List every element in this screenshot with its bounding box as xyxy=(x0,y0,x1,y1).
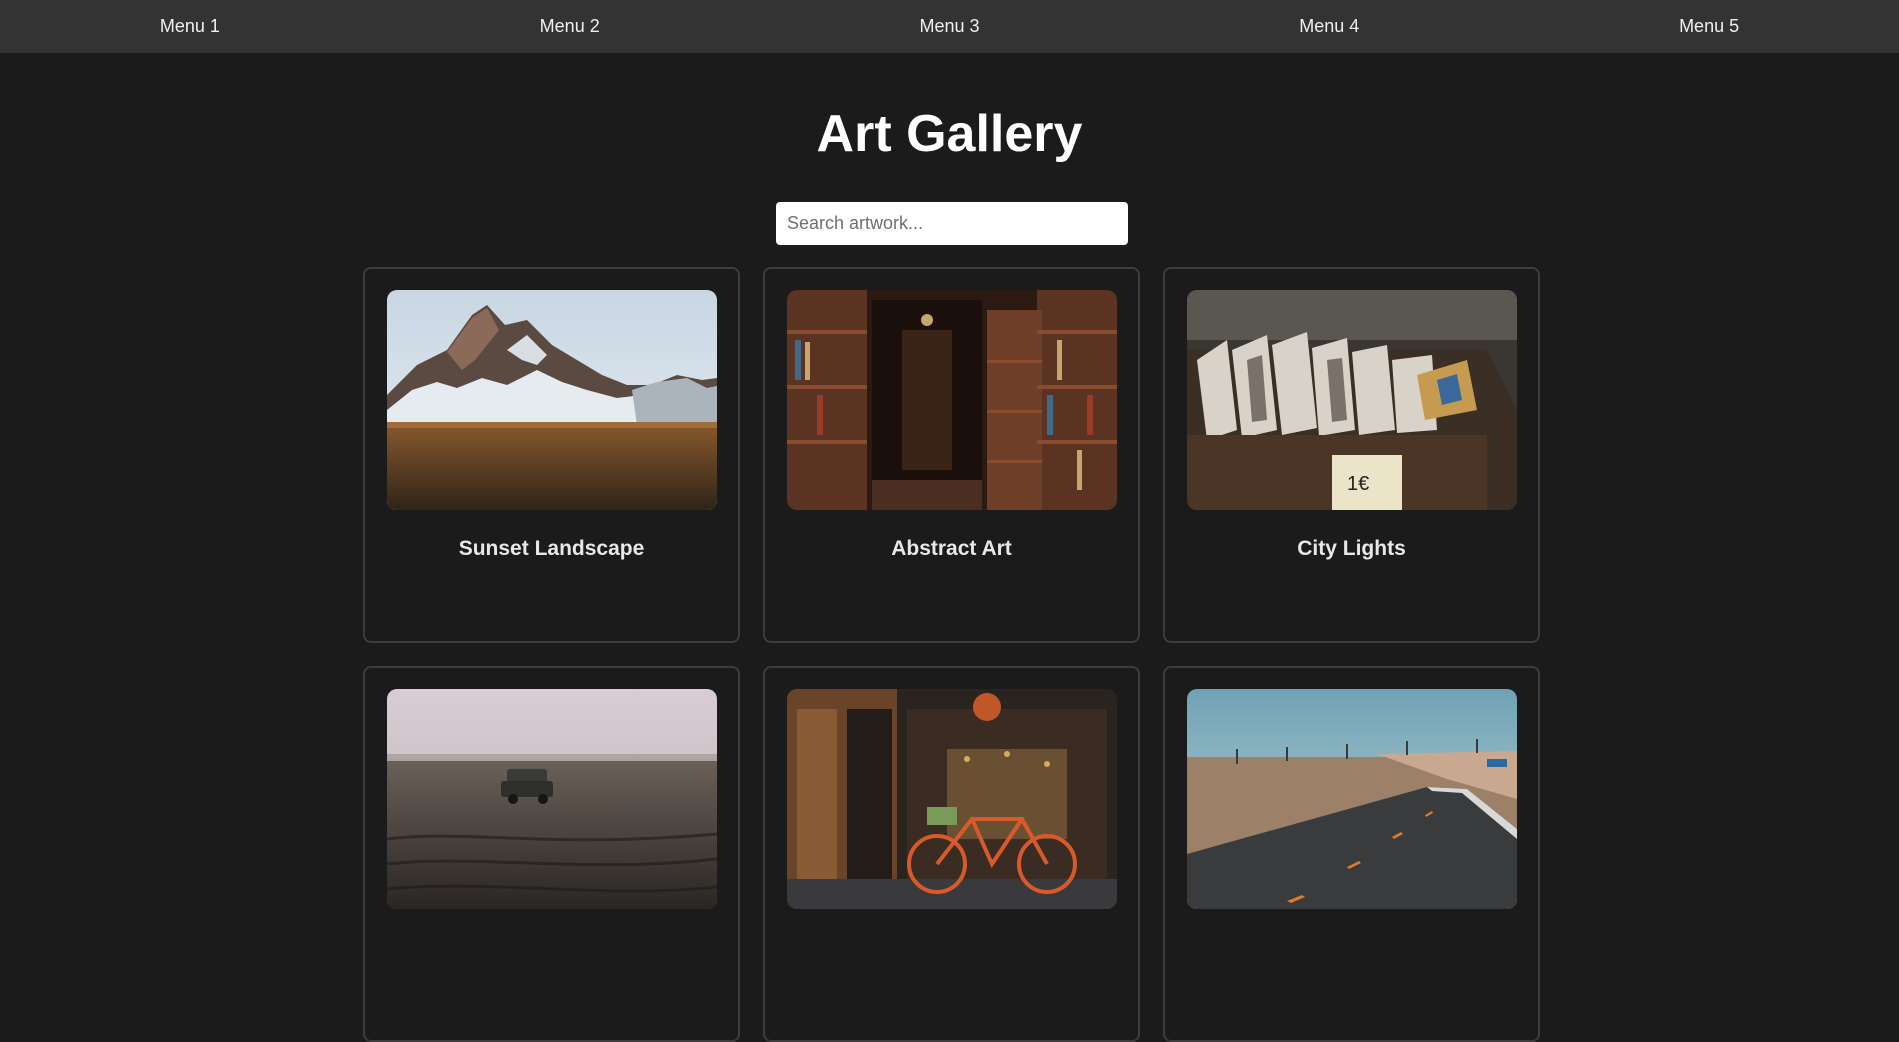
gallery-card[interactable]: 1€ City Lights xyxy=(1163,267,1540,643)
nav-menu-1[interactable]: Menu 1 xyxy=(140,0,240,53)
gallery-card[interactable]: Abstract Art xyxy=(763,267,1140,643)
artwork-image xyxy=(387,290,717,510)
artwork-title: Abstract Art xyxy=(891,537,1012,560)
nav-menu-5[interactable]: Menu 5 xyxy=(1659,0,1759,53)
artwork-image xyxy=(787,290,1117,510)
artwork-title: City Lights xyxy=(1297,537,1406,560)
artwork-image xyxy=(787,689,1117,909)
nav-menu-3[interactable]: Menu 3 xyxy=(899,0,999,53)
page-title: Art Gallery xyxy=(816,105,1083,163)
gallery-card[interactable]: Sunset Landscape xyxy=(363,267,740,643)
svg-text:1€: 1€ xyxy=(1347,473,1369,495)
gallery-grid: Sunset Landscape Abstract Art 1€ City Li… xyxy=(363,267,1541,1042)
artwork-image xyxy=(387,689,717,909)
nav-menu-2[interactable]: Menu 2 xyxy=(520,0,620,53)
artwork-title: Sunset Landscape xyxy=(458,537,645,560)
artwork-image: 1€ xyxy=(1187,290,1517,510)
search-input[interactable] xyxy=(776,202,1128,245)
gallery-card[interactable] xyxy=(1163,666,1540,1042)
gallery-card[interactable] xyxy=(363,666,740,1042)
artwork-image xyxy=(1187,689,1517,909)
nav-menu-4[interactable]: Menu 4 xyxy=(1279,0,1379,53)
gallery-card[interactable] xyxy=(763,666,1140,1042)
top-nav: Menu 1 Menu 2 Menu 3 Menu 4 Menu 5 xyxy=(0,0,1899,53)
